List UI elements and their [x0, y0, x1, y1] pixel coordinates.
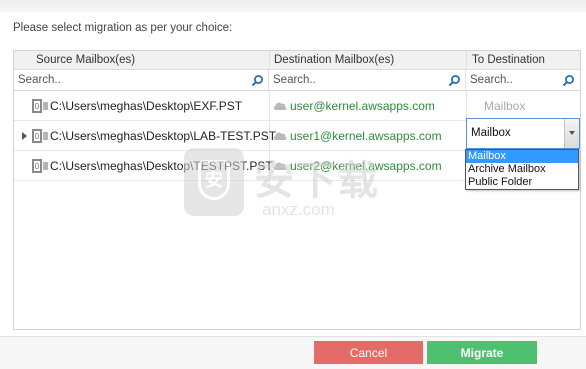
column-header-to-destination[interactable]: To Destination — [472, 51, 545, 70]
to-destination-search-input[interactable]: Search.. — [470, 70, 513, 91]
dropdown-option-mailbox[interactable]: Mailbox — [466, 150, 578, 163]
source-path: C:\Users\meghas\Desktop\LAB-TEST.PST — [50, 129, 277, 143]
svg-text:0: 0 — [35, 162, 40, 171]
current-row-indicator-icon — [22, 132, 27, 140]
column-header-destination[interactable]: Destination Mailbox(es) — [274, 51, 394, 70]
svg-text:0: 0 — [35, 132, 40, 141]
destination-email: user2@kernel.awsapps.com — [290, 159, 442, 173]
cloud-icon — [273, 102, 287, 110]
svg-text:0: 0 — [35, 102, 40, 111]
cloud-icon — [273, 132, 287, 140]
pst-file-icon: 0 — [32, 99, 48, 113]
cloud-icon — [273, 162, 287, 170]
cancel-button[interactable]: Cancel — [314, 341, 423, 364]
table-row[interactable]: 0 C:\Users\meghas\Desktop\EXF.PST user@k… — [14, 91, 580, 121]
destination-search-input[interactable]: Search.. — [273, 70, 316, 91]
migration-grid: Source Mailbox(es) Destination Mailbox(e… — [13, 50, 581, 330]
dropdown-option-public-folder[interactable]: Public Folder — [466, 176, 578, 189]
grid-header: Source Mailbox(es) Destination Mailbox(e… — [14, 51, 580, 70]
dropdown-option-archive-mailbox[interactable]: Archive Mailbox — [466, 163, 578, 176]
migrate-button[interactable]: Migrate — [427, 341, 537, 364]
source-path: C:\Users\meghas\Desktop\TESTPST.PST — [50, 159, 273, 173]
source-search-field[interactable]: Search.. — [14, 70, 269, 91]
instruction-text: Please select migration as per your choi… — [13, 22, 233, 34]
dropdown-button[interactable] — [564, 119, 579, 148]
search-icon[interactable] — [251, 74, 264, 87]
combobox-value[interactable]: Mailbox — [471, 119, 511, 148]
search-icon[interactable] — [448, 74, 461, 87]
pst-file-icon: 0 — [32, 129, 48, 143]
chevron-down-icon — [569, 131, 575, 135]
pst-file-icon: 0 — [32, 159, 48, 173]
to-destination-search-field[interactable]: Search.. — [466, 70, 580, 91]
destination-email: user@kernel.awsapps.com — [290, 99, 435, 113]
destination-type[interactable]: Mailbox — [484, 91, 525, 121]
column-header-source[interactable]: Source Mailbox(es) — [36, 51, 135, 70]
source-path: C:\Users\meghas\Desktop\EXF.PST — [50, 99, 243, 113]
to-destination-dropdown-list[interactable]: Mailbox Archive Mailbox Public Folder — [465, 149, 579, 190]
source-search-input[interactable]: Search.. — [18, 70, 61, 91]
search-icon[interactable] — [562, 74, 575, 87]
search-row: Search.. Search.. Search.. — [14, 70, 580, 91]
title-strip — [0, 0, 586, 12]
destination-email: user1@kernel.awsapps.com — [290, 129, 442, 143]
destination-search-field[interactable]: Search.. — [269, 70, 466, 91]
to-destination-combobox[interactable]: Mailbox — [466, 118, 580, 149]
